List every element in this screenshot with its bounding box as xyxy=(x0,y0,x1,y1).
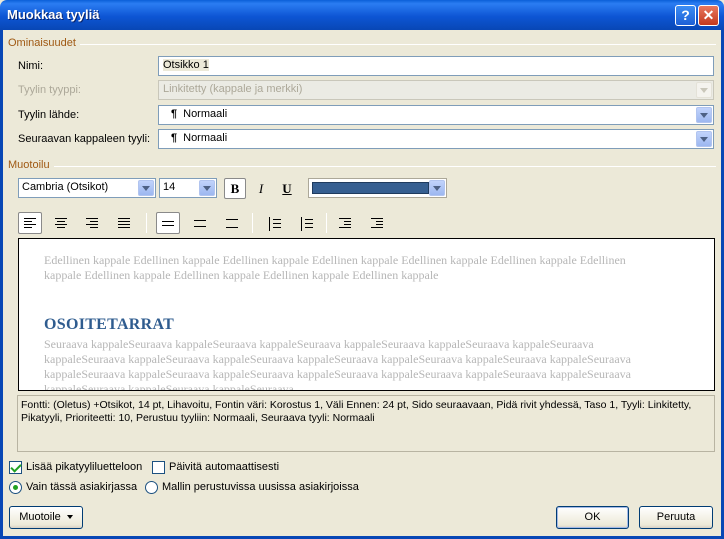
italic-button[interactable]: I xyxy=(250,178,272,199)
align-center-button[interactable] xyxy=(49,212,73,234)
section-divider xyxy=(8,166,716,167)
font-select[interactable]: Cambria (Otsikot) xyxy=(18,178,156,198)
properties-section-label: Ominaisuudet xyxy=(8,37,80,49)
paragraph-mark-icon: ¶ xyxy=(171,108,178,120)
double-spacing-button[interactable] xyxy=(220,212,244,234)
title-bar[interactable]: Muokkaa tyyliä ? ✕ xyxy=(0,0,724,30)
format-button-label: Muotoile xyxy=(19,511,61,523)
font-size-value: 14 xyxy=(163,181,176,193)
only-this-document-label[interactable]: Vain tässä asiakirjassa xyxy=(26,481,137,493)
font-value: Cambria (Otsikot) xyxy=(22,181,109,193)
style-description: Fontti: (Oletus) +Otsikot, 14 pt, Lihavo… xyxy=(17,395,715,452)
help-button[interactable]: ? xyxy=(675,5,696,26)
previous-paragraph-text: Edellinen kappale Edellinen kappale Edel… xyxy=(44,253,626,282)
toolbar-separator xyxy=(252,213,253,233)
chevron-down-icon[interactable] xyxy=(429,180,445,196)
font-size-select[interactable]: 14 xyxy=(159,178,217,198)
chevron-down-icon[interactable] xyxy=(199,180,215,196)
paragraph-mark-icon: ¶ xyxy=(171,132,178,144)
style-type-label: Tyylin tyyppi: xyxy=(18,84,81,96)
style-preview: Edellinen kappale Edellinen kappale Edel… xyxy=(18,238,715,391)
font-color-select[interactable] xyxy=(308,178,447,198)
based-on-value: Normaali xyxy=(183,108,228,120)
underline-button[interactable]: U xyxy=(276,178,298,199)
align-right-button[interactable] xyxy=(80,212,104,234)
decrease-spacing-icon[interactable] xyxy=(294,212,318,234)
chevron-down-icon xyxy=(66,515,73,520)
style-type-select: Linkitetty (kappale ja merkki) xyxy=(158,80,714,100)
format-menu-button[interactable]: Muotoile xyxy=(9,506,83,529)
next-style-value: Normaali xyxy=(183,132,228,144)
increase-spacing-icon[interactable] xyxy=(262,212,286,234)
name-value: Otsikko 1 xyxy=(163,59,209,71)
chevron-down-icon[interactable] xyxy=(138,180,154,196)
chevron-down-icon[interactable] xyxy=(696,107,712,123)
single-spacing-button[interactable] xyxy=(156,212,180,234)
based-on-select[interactable]: ¶ Normaali xyxy=(158,105,714,125)
formatting-section-label: Muotoilu xyxy=(8,159,54,171)
next-style-select[interactable]: ¶ Normaali xyxy=(158,129,714,149)
preview-heading: OSOITETARRAT xyxy=(44,316,175,333)
style-type-value: Linkitetty (kappale ja merkki) xyxy=(163,83,303,95)
window-title: Muokkaa tyyliä xyxy=(7,7,100,22)
name-field[interactable]: Otsikko 1 xyxy=(158,56,714,76)
based-on-label: Tyylin lähde: xyxy=(18,109,80,121)
cancel-button[interactable]: Peruuta xyxy=(639,506,713,529)
close-button[interactable]: ✕ xyxy=(698,5,719,26)
add-quick-styles-checkbox[interactable] xyxy=(9,461,22,474)
font-color-swatch xyxy=(312,182,429,194)
new-documents-label[interactable]: Mallin perustuvissa uusissa asiakirjoiss… xyxy=(162,481,359,493)
close-icon: ✕ xyxy=(702,7,715,23)
toolbar-separator xyxy=(146,213,147,233)
next-paragraph-text: Seuraava kappaleSeuraava kappaleSeuraava… xyxy=(44,337,632,391)
decrease-indent-icon[interactable] xyxy=(333,212,357,234)
auto-update-label[interactable]: Päivitä automaattisesti xyxy=(169,461,279,473)
justify-button[interactable] xyxy=(112,212,136,234)
ok-button[interactable]: OK xyxy=(556,506,629,529)
add-quick-styles-label[interactable]: Lisää pikatyyliluetteloon xyxy=(26,461,142,473)
chevron-down-icon[interactable] xyxy=(696,131,712,147)
next-style-label: Seuraavan kappaleen tyyli: xyxy=(18,133,151,145)
one-half-spacing-button[interactable] xyxy=(188,212,212,234)
help-icon: ? xyxy=(681,7,690,23)
chevron-down-icon xyxy=(696,82,712,98)
section-divider xyxy=(8,44,716,45)
new-documents-radio[interactable] xyxy=(145,481,158,494)
toolbar-separator xyxy=(326,213,327,233)
name-label: Nimi: xyxy=(18,60,44,72)
increase-indent-icon[interactable] xyxy=(365,212,389,234)
align-left-button[interactable] xyxy=(18,212,42,234)
only-this-document-radio[interactable] xyxy=(9,481,22,494)
bold-button[interactable]: B xyxy=(224,178,246,199)
auto-update-checkbox[interactable] xyxy=(152,461,165,474)
